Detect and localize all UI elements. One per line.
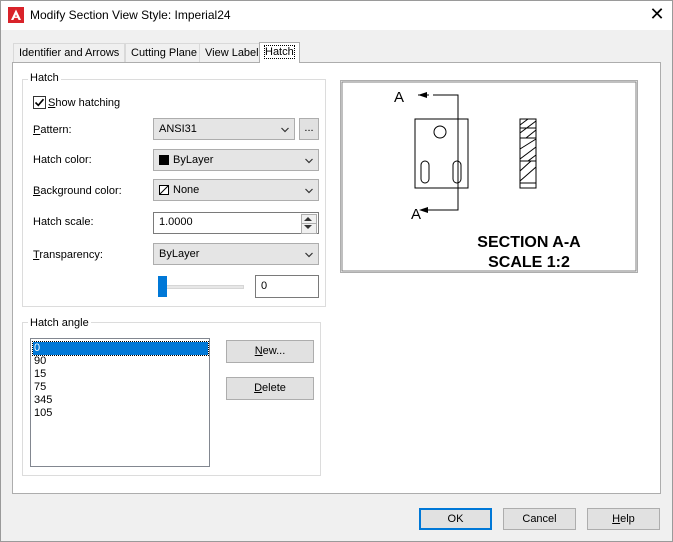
spin-down-button[interactable] (301, 223, 317, 234)
arrow-label-bottom: A (411, 206, 421, 223)
window-title: Modify Section View Style: Imperial24 (30, 8, 231, 22)
new-angle-button[interactable]: New... (226, 340, 314, 363)
transparency-value-input[interactable]: 0 (255, 275, 319, 298)
tab-cutting-plane[interactable]: Cutting Plane (125, 43, 204, 62)
list-item[interactable]: 90 (33, 355, 208, 368)
pattern-browse-button[interactable]: ... (299, 118, 319, 140)
pattern-dropdown[interactable]: ANSI31 (153, 118, 295, 140)
section-view-preview: A A SECTION A-A SCALE 1:2 (340, 80, 638, 273)
hatch-scale-spinner[interactable]: 1.0000 (153, 212, 319, 234)
transparency-slider-thumb[interactable] (158, 276, 167, 297)
arrow-label-top: A (394, 89, 404, 106)
transparency-dropdown[interactable]: ByLayer (153, 243, 319, 265)
close-icon[interactable]: ✕ (646, 3, 668, 25)
list-item[interactable]: 105 (33, 407, 208, 420)
show-hatching-label: Show hatching (48, 97, 121, 109)
caret-down-icon (304, 225, 312, 229)
hatch-color-label: Hatch color: (33, 154, 92, 166)
no-color-icon (159, 185, 169, 195)
scale-caption: SCALE 1:2 (488, 254, 570, 271)
chevron-down-icon (305, 188, 313, 194)
hatch-group-label: Hatch (28, 72, 61, 84)
hatch-angle-group-label: Hatch angle (28, 317, 91, 329)
checkmark-icon (34, 98, 45, 107)
background-color-dropdown[interactable]: None (153, 179, 319, 201)
chevron-down-icon (305, 158, 313, 164)
caret-up-icon (304, 217, 312, 221)
list-item[interactable]: 75 (33, 381, 208, 394)
hatch-angle-list[interactable]: 0 90 15 75 345 105 (30, 338, 210, 467)
list-item[interactable]: 345 (33, 394, 208, 407)
pattern-label: Pattern: (33, 124, 72, 136)
ok-button[interactable]: OK (419, 508, 492, 530)
help-button[interactable]: Help (587, 508, 660, 530)
tab-identifier-and-arrows[interactable]: Identifier and Arrows (13, 43, 126, 62)
transparency-label: Transparency: (33, 249, 103, 261)
autocad-app-icon (8, 7, 24, 23)
background-color-label: Background color: (33, 185, 122, 197)
list-item[interactable]: 0 (32, 341, 209, 356)
tab-view-label[interactable]: View Label (199, 43, 265, 62)
section-view-preview-drawing: A A SECTION A-A SCALE 1:2 (341, 81, 637, 272)
show-hatching-checkbox[interactable] (33, 96, 46, 109)
chevron-down-icon (281, 127, 289, 133)
transparency-slider-track[interactable] (158, 285, 244, 289)
delete-angle-button[interactable]: Delete (226, 377, 314, 400)
chevron-down-icon (305, 252, 313, 258)
list-item[interactable]: 15 (33, 368, 208, 381)
cancel-button[interactable]: Cancel (503, 508, 576, 530)
hatch-color-dropdown[interactable]: ByLayer (153, 149, 319, 171)
hatch-scale-label: Hatch scale: (33, 216, 94, 228)
section-caption: SECTION A-A (477, 234, 581, 251)
color-swatch (159, 155, 169, 165)
tab-hatch[interactable]: Hatch (259, 42, 300, 63)
